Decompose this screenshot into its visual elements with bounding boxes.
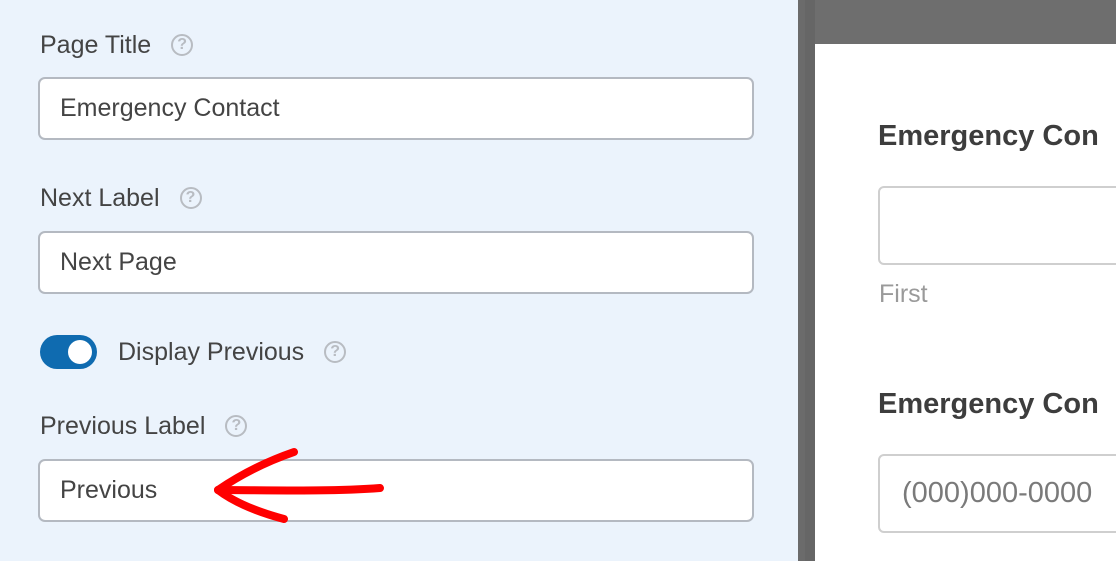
previous-label-label-row: Previous Label ?: [40, 409, 248, 443]
next-label-label: Next Label: [40, 183, 160, 212]
preview-name-input[interactable]: [878, 186, 1116, 265]
panel-divider-shade: [805, 0, 815, 561]
previous-label-input[interactable]: [38, 459, 754, 522]
form-preview: Emergency Con First Emergency Con (000)0…: [815, 44, 1116, 561]
preview-first-sublabel: First: [879, 280, 928, 308]
preview-phone-input[interactable]: (000)000-0000: [878, 454, 1116, 533]
question-circle-icon[interactable]: ?: [324, 341, 347, 363]
next-label-label-row: Next Label ?: [40, 181, 202, 215]
panel-divider[interactable]: [798, 0, 815, 561]
field-options-panel: Page Title ? Next Label ? Display Previo…: [0, 0, 798, 561]
toggle-knob: [68, 340, 92, 364]
phone-placeholder: (000)000-0000: [902, 477, 1093, 509]
next-label-input[interactable]: [38, 231, 754, 294]
page-title-label-row: Page Title ?: [40, 28, 194, 62]
preview-top-bar: [815, 0, 1116, 44]
preview-field-heading: Emergency Con: [878, 120, 1099, 152]
page-title-input[interactable]: [38, 77, 754, 140]
display-previous-label: Display Previous: [118, 337, 305, 366]
question-circle-icon[interactable]: ?: [171, 34, 194, 56]
display-previous-toggle[interactable]: [40, 335, 97, 369]
page-title-label: Page Title: [40, 30, 152, 59]
previous-label-label: Previous Label: [40, 411, 206, 440]
question-circle-icon[interactable]: ?: [179, 187, 202, 209]
display-previous-label-row: Display Previous ?: [118, 335, 347, 369]
preview-field-heading: Emergency Con: [878, 388, 1099, 420]
question-circle-icon[interactable]: ?: [225, 415, 248, 437]
